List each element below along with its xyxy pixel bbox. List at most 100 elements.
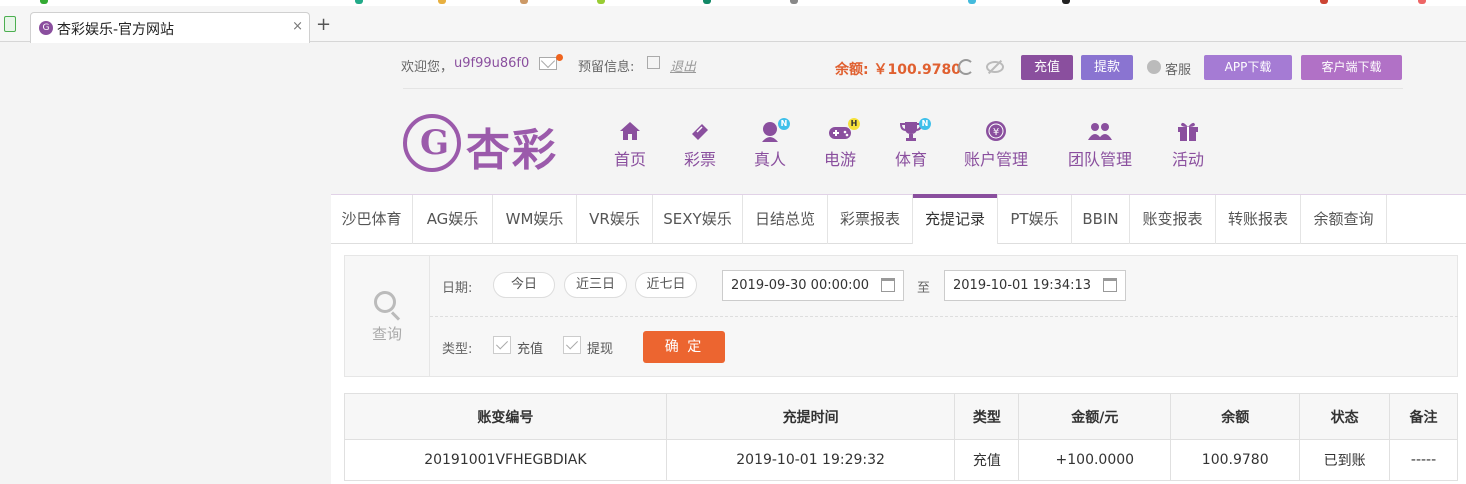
nav-label: 彩票 bbox=[684, 150, 717, 169]
col-header: 备注 bbox=[1389, 393, 1458, 440]
tab-sexy[interactable]: SEXY娱乐 bbox=[653, 195, 743, 244]
col-header: 类型 bbox=[954, 393, 1020, 440]
logout-link[interactable]: 退出 bbox=[670, 56, 696, 75]
search-icon bbox=[374, 291, 396, 313]
new-tab-button[interactable]: + bbox=[316, 16, 331, 34]
logo-text[interactable]: 杏彩 bbox=[466, 114, 558, 178]
calendar-icon[interactable] bbox=[1103, 278, 1117, 292]
tab-wm[interactable]: WM娱乐 bbox=[493, 195, 577, 244]
col-header: 余额 bbox=[1170, 393, 1301, 440]
bookmark-icon[interactable] bbox=[355, 0, 363, 4]
edit-icon[interactable] bbox=[647, 56, 660, 69]
cell-type: 充值 bbox=[954, 439, 1020, 481]
nav-lottery[interactable]: 彩票 bbox=[684, 120, 716, 170]
withdraw-checkbox[interactable] bbox=[563, 336, 581, 354]
tab-strip: G 杏彩娱乐-官方网站 × + bbox=[0, 6, 1466, 43]
nav-home[interactable]: 首页 bbox=[614, 120, 646, 170]
bookmark-icon[interactable] bbox=[703, 0, 711, 4]
nav-account-management[interactable]: ¥ 账户管理 bbox=[964, 120, 1028, 170]
last-seven-days-button[interactable]: 近七日 bbox=[635, 272, 697, 298]
site-favicon-icon: G bbox=[39, 21, 53, 35]
nav-electronic-games[interactable]: H 电游 bbox=[824, 118, 860, 170]
nav-live-casino[interactable]: N 真人 bbox=[754, 118, 790, 170]
table-header-row: 账变编号 充提时间 类型 金额/元 余额 状态 备注 bbox=[344, 393, 1458, 440]
bookmark-icon[interactable] bbox=[968, 0, 976, 4]
bookmark-icon[interactable] bbox=[40, 0, 48, 4]
date-label: 日期: bbox=[442, 281, 473, 296]
refresh-icon[interactable] bbox=[958, 59, 974, 75]
tab-balance-query[interactable]: 余额查询 bbox=[1301, 195, 1387, 244]
app-download-button[interactable]: APP下载 bbox=[1204, 55, 1292, 80]
tab-pt[interactable]: PT娱乐 bbox=[998, 195, 1072, 244]
start-date-input[interactable] bbox=[722, 270, 904, 301]
end-date-input[interactable] bbox=[944, 270, 1126, 301]
new-badge: N bbox=[778, 118, 790, 130]
bookmark-icon[interactable] bbox=[790, 0, 798, 4]
col-header: 充提时间 bbox=[665, 393, 956, 440]
bookmark-icon[interactable] bbox=[1418, 0, 1426, 4]
col-header: 账变编号 bbox=[344, 393, 667, 440]
tab-bbin[interactable]: BBIN bbox=[1072, 195, 1130, 244]
records-table: 账变编号 充提时间 类型 金额/元 余额 状态 备注 20191001VFHEG… bbox=[344, 393, 1458, 481]
withdraw-button[interactable]: 提款 bbox=[1081, 55, 1133, 80]
tab-deposit-withdraw-records[interactable]: 充提记录 bbox=[913, 194, 998, 244]
nav-label: 真人 bbox=[754, 150, 787, 169]
ticket-icon bbox=[692, 124, 708, 140]
yen-coin-icon: ¥ bbox=[986, 121, 1006, 141]
cell-note: ----- bbox=[1389, 439, 1458, 481]
tab-ag[interactable]: AG娱乐 bbox=[413, 195, 493, 244]
hide-balance-icon[interactable] bbox=[986, 61, 1004, 73]
col-header: 状态 bbox=[1299, 393, 1391, 440]
confirm-button[interactable]: 确 定 bbox=[643, 331, 725, 363]
hot-badge: H bbox=[848, 118, 860, 130]
tab-saba-sports[interactable]: 沙巴体育 bbox=[331, 195, 413, 244]
bookmark-icon[interactable] bbox=[1062, 0, 1070, 4]
today-button[interactable]: 今日 bbox=[493, 272, 555, 298]
recharge-checkbox[interactable] bbox=[493, 336, 511, 354]
report-tabs: 沙巴体育 AG娱乐 WM娱乐 VR娱乐 SEXY娱乐 日结总览 彩票报表 充提记… bbox=[331, 194, 1466, 244]
customer-service-link[interactable]: 客服 bbox=[1165, 59, 1191, 78]
to-label: 至 bbox=[917, 281, 931, 296]
balance-display: 余额: ￥100.9780 bbox=[835, 62, 961, 78]
calendar-icon[interactable] bbox=[881, 278, 895, 292]
nav-label: 体育 bbox=[895, 150, 928, 169]
bookmark-icon[interactable] bbox=[520, 0, 528, 4]
cell-balance: 100.9780 bbox=[1170, 439, 1301, 481]
col-header: 金额/元 bbox=[1018, 393, 1172, 440]
mail-icon[interactable] bbox=[539, 57, 557, 70]
tab-balance-change-report[interactable]: 账变报表 bbox=[1130, 195, 1216, 244]
bookmark-icon[interactable] bbox=[438, 0, 446, 4]
table-row: 20191001VFHEGBDIAK 2019-10-01 19:29:32 充… bbox=[344, 439, 1458, 481]
last-three-days-button[interactable]: 近三日 bbox=[564, 272, 627, 298]
tab-transfer-report[interactable]: 转账报表 bbox=[1216, 195, 1301, 244]
divider bbox=[430, 316, 1458, 317]
bookmark-icon[interactable] bbox=[597, 0, 605, 4]
nav-team-management[interactable]: 团队管理 bbox=[1068, 120, 1132, 170]
nav-label: 团队管理 bbox=[1068, 150, 1133, 169]
bookmark-icon[interactable] bbox=[1320, 0, 1328, 4]
customer-service-icon[interactable] bbox=[1147, 60, 1161, 74]
recharge-checkbox-label[interactable]: 充值 bbox=[517, 338, 543, 357]
tab-close-icon[interactable]: × bbox=[292, 19, 303, 34]
client-download-button[interactable]: 客户端下载 bbox=[1301, 55, 1402, 80]
sidebar-toggle-icon[interactable] bbox=[4, 16, 16, 32]
cell-status: 已到账 bbox=[1299, 439, 1391, 481]
recharge-button[interactable]: 充值 bbox=[1021, 55, 1073, 80]
nav-label: 首页 bbox=[614, 150, 647, 169]
svg-text:¥: ¥ bbox=[993, 127, 999, 138]
welcome-text: 欢迎您， bbox=[401, 60, 454, 75]
tab-vr[interactable]: VR娱乐 bbox=[577, 195, 653, 244]
nav-promotions[interactable]: 活动 bbox=[1172, 120, 1204, 170]
browser-tab[interactable]: G 杏彩娱乐-官方网站 × bbox=[30, 12, 310, 43]
logo-emblem[interactable] bbox=[403, 114, 461, 172]
gift-icon bbox=[1178, 122, 1198, 141]
tab-lottery-report[interactable]: 彩票报表 bbox=[828, 195, 913, 244]
tab-daily-overview[interactable]: 日结总览 bbox=[743, 195, 828, 244]
team-icon bbox=[1088, 123, 1112, 140]
withdraw-checkbox-label[interactable]: 提现 bbox=[587, 338, 613, 357]
tab-title: 杏彩娱乐-官方网站 bbox=[57, 22, 175, 38]
query-label: 查询 bbox=[372, 325, 403, 343]
reserve-info-label: 预留信息: bbox=[578, 60, 635, 75]
nav-sports[interactable]: N 体育 bbox=[895, 118, 931, 170]
nav-label: 账户管理 bbox=[964, 150, 1029, 169]
